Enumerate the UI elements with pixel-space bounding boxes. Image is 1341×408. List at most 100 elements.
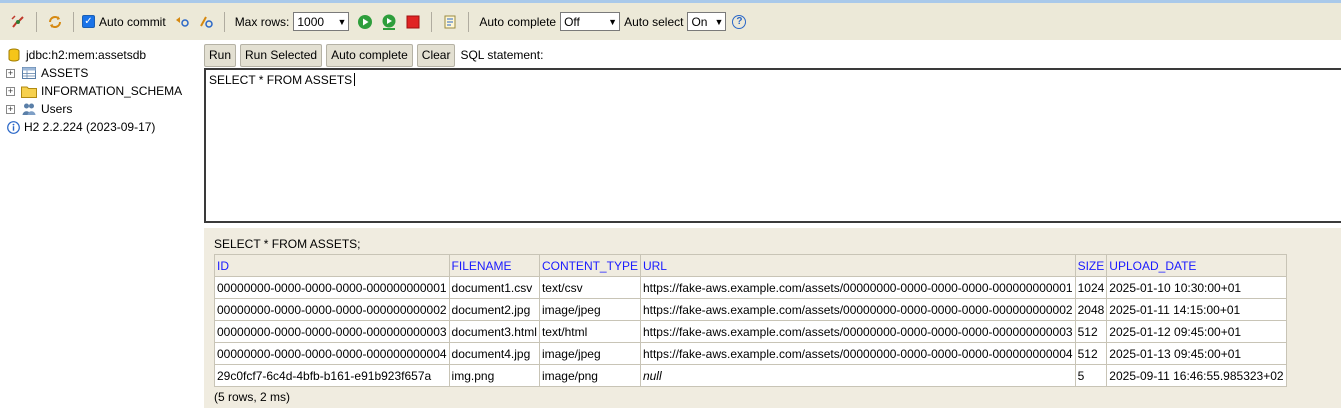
stop-icon[interactable] [404,13,422,31]
run-button[interactable]: Run [204,43,237,67]
tree-item-assets[interactable]: + ASSETS [6,64,201,82]
toolbar-separator [468,11,470,32]
expand-icon[interactable]: + [6,68,15,78]
chevron-down-icon: ▼ [608,16,618,27]
database-tree: jdbc:h2:mem:assetsdb + ASSETS + INFORMAT… [6,46,201,136]
cell-upload-date: 2025-09-11 16:46:55.985323+02 [1106,364,1287,387]
header-row: ID FILENAME CONTENT_TYPE URL SIZE UPLOAD… [214,254,1287,277]
folder-icon [21,84,37,98]
table-row: 00000000-0000-0000-0000-000000000004 doc… [214,342,1287,365]
cell-filename: img.png [448,364,540,387]
expand-icon[interactable]: + [6,104,15,114]
cell-id: 00000000-0000-0000-0000-000000000003 [214,320,450,343]
tree-item-label: ASSETS [41,66,89,80]
toolbar: ✓ Auto commit Max rows: 1000 ▼ Auto compl… [0,0,1341,40]
column-header-id[interactable]: ID [214,254,450,277]
table-row: 00000000-0000-0000-0000-000000000001 doc… [214,276,1287,299]
column-header-url[interactable]: URL [639,254,1076,277]
users-icon [21,102,37,116]
cell-upload-date: 2025-01-10 10:30:00+01 [1106,276,1287,299]
table-row: 29c0fcf7-6c4d-4bfb-b161-e91b923f657a img… [214,364,1287,387]
text-caret [354,73,356,86]
clear-button[interactable]: Clear [416,43,456,67]
results-panel: SELECT * FROM ASSETS; ID FILENAME CONTEN… [204,228,1341,408]
database-icon [6,48,22,62]
run-icon[interactable] [356,13,374,31]
cell-filename: document4.jpg [448,342,540,365]
rollback-icon[interactable] [173,13,191,31]
tree-item-label: INFORMATION_SCHEMA [41,84,183,98]
auto-commit-label: Auto commit [99,14,166,29]
sql-editor-text: SELECT * FROM ASSETS [209,73,353,87]
tree-item-users[interactable]: + Users [6,100,201,118]
sql-editor[interactable]: SELECT * FROM ASSETS [204,68,1341,223]
history-icon[interactable] [441,13,459,31]
run-selected-button[interactable]: Run Selected [240,43,323,67]
auto-select-select[interactable]: On ▼ [687,12,727,31]
toolbar-separator [36,11,37,32]
cell-upload-date: 2025-01-13 09:45:00+01 [1106,342,1287,365]
sql-button-bar: Run Run Selected Auto complete Clear SQL… [204,43,543,67]
cell-size: 5 [1074,364,1108,387]
cell-size: 512 [1074,320,1108,343]
tree-item-information-schema[interactable]: + INFORMATION_SCHEMA [6,82,201,100]
chevron-down-icon: ▼ [714,16,724,27]
cell-upload-date: 2025-01-12 09:45:00+01 [1106,320,1287,343]
max-rows-label: Max rows: [234,14,290,29]
cell-url: https://fake-aws.example.com/assets/0000… [639,320,1076,343]
version-node: H2 2.2.224 (2023-09-17) [6,118,201,136]
run-selected-icon[interactable] [380,13,398,31]
commit-icon[interactable] [197,13,215,31]
results-table: ID FILENAME CONTENT_TYPE URL SIZE UPLOAD… [214,254,1287,387]
auto-complete-label: Auto complete [479,14,557,29]
expand-icon[interactable]: + [6,86,15,96]
cell-upload-date: 2025-01-11 14:15:00+01 [1106,298,1287,321]
help-icon[interactable]: ? [732,14,747,29]
version-label: H2 2.2.224 (2023-09-17) [24,120,156,134]
sql-statement-label: SQL statement: [460,48,544,62]
cell-content-type: image/jpeg [538,342,641,365]
cell-content-type: text/html [538,320,641,343]
table-row: 00000000-0000-0000-0000-000000000002 doc… [214,298,1287,321]
cell-filename: document1.csv [448,276,540,299]
auto-complete-value: Off [564,14,580,29]
cell-size: 2048 [1074,298,1108,321]
cell-url: https://fake-aws.example.com/assets/0000… [639,276,1076,299]
cell-id: 00000000-0000-0000-0000-000000000001 [214,276,450,299]
toolbar-separator [73,11,74,32]
cell-size: 1024 [1074,276,1108,299]
cell-size: 512 [1074,342,1108,365]
connection-node[interactable]: jdbc:h2:mem:assetsdb [6,46,201,64]
cell-id: 29c0fcf7-6c4d-4bfb-b161-e91b923f657a [214,364,450,387]
column-header-upload-date[interactable]: UPLOAD_DATE [1106,254,1287,277]
refresh-icon[interactable] [46,13,64,31]
max-rows-value: 1000 [297,14,325,29]
column-header-filename[interactable]: FILENAME [448,254,540,277]
max-rows-select[interactable]: 1000 ▼ [293,12,350,31]
disconnect-icon[interactable] [9,13,27,31]
result-query: SELECT * FROM ASSETS; [214,237,361,251]
cell-content-type: text/csv [538,276,641,299]
auto-complete-button[interactable]: Auto complete [326,43,413,67]
connection-label: jdbc:h2:mem:assetsdb [26,48,147,62]
auto-select-label: Auto select [624,14,684,29]
cell-url: https://fake-aws.example.com/assets/0000… [639,342,1076,365]
column-header-content-type[interactable]: CONTENT_TYPE [538,254,641,277]
table-icon [21,66,37,80]
cell-filename: document3.html [448,320,540,343]
toolbar-separator [431,11,433,32]
cell-id: 00000000-0000-0000-0000-000000000004 [214,342,450,365]
cell-filename: document2.jpg [448,298,540,321]
toolbar-separator [223,11,225,32]
cell-content-type: image/png [538,364,641,387]
auto-select-value: On [691,14,708,29]
auto-commit-checkbox[interactable]: ✓ [82,15,95,28]
cell-id: 00000000-0000-0000-0000-000000000002 [214,298,450,321]
tree-item-label: Users [41,102,73,116]
cell-content-type: image/jpeg [538,298,641,321]
result-footer: (5 rows, 2 ms) [214,390,291,404]
info-icon [6,120,20,134]
column-header-size[interactable]: SIZE [1074,254,1108,277]
cell-url: null [639,364,1076,387]
auto-complete-select[interactable]: Off ▼ [560,12,621,31]
